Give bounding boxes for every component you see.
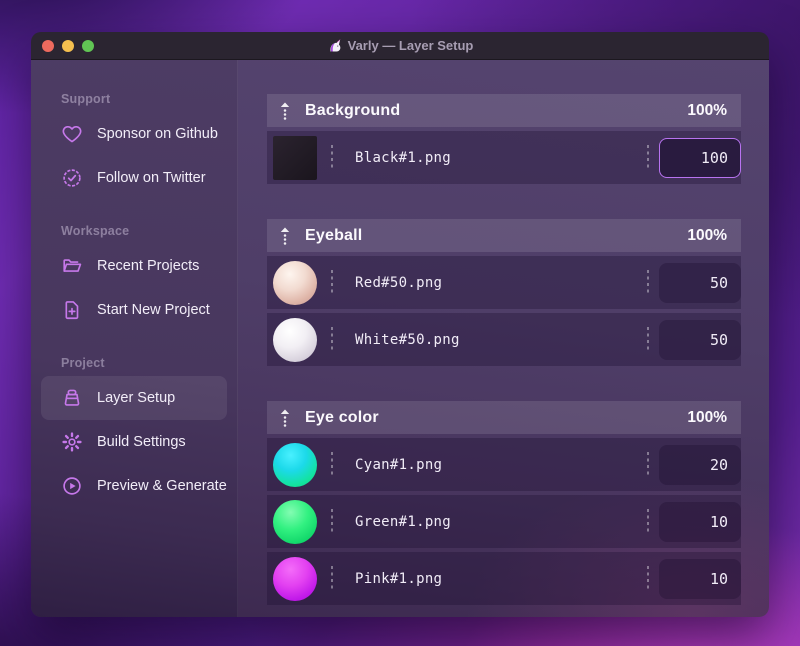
sidebar-item-label: Follow on Twitter	[97, 170, 206, 186]
layer-weight-input[interactable]	[659, 319, 741, 360]
sidebar-section-support: Support Sponsor on Github Follow on Twit…	[31, 92, 237, 200]
window-title-text: Varly — Layer Setup	[347, 38, 474, 53]
layer-row[interactable]: Black#1.png	[267, 131, 741, 184]
layer-weight-input[interactable]	[659, 444, 741, 485]
layer-thumbnail	[273, 260, 317, 305]
group-name: Eyeball	[305, 226, 363, 244]
file-plus-icon	[65, 301, 79, 320]
title-bar[interactable]: Varly — Layer Setup	[31, 32, 769, 60]
layer-row[interactable]: White#50.png	[267, 313, 741, 366]
dashed-divider	[647, 451, 649, 478]
sidebar-item-start-new-project[interactable]: Start New Project	[31, 288, 237, 332]
group-opacity: 100%	[687, 408, 727, 426]
heart-icon	[62, 125, 82, 143]
layer-thumbnail	[273, 556, 317, 601]
sidebar-item-label: Recent Projects	[97, 258, 200, 274]
sidebar-item-sponsor-on-github[interactable]: Sponsor on Github	[31, 112, 237, 156]
layer-row[interactable]: Red#50.png	[267, 256, 741, 309]
dashed-divider	[647, 508, 649, 535]
sidebar: Support Sponsor on Github Follow on Twit…	[31, 60, 238, 617]
dashed-divider	[331, 269, 333, 296]
layer-thumbnail	[273, 135, 317, 180]
gear-icon	[62, 432, 82, 452]
sidebar-item-label: Layer Setup	[97, 390, 176, 406]
layer-filename: Red#50.png	[355, 274, 443, 291]
unicorn-icon	[330, 38, 341, 51]
sidebar-section-workspace: Workspace Recent Projects Start New Proj…	[31, 224, 237, 332]
layer-weight-input[interactable]	[659, 262, 741, 303]
layer-thumbnail	[273, 442, 317, 487]
dashed-divider	[331, 508, 333, 535]
sidebar-item-preview-generate[interactable]: Preview & Generate	[31, 464, 237, 508]
dashed-divider	[647, 326, 649, 353]
section-label-project: Project	[61, 356, 105, 370]
layer-filename: Cyan#1.png	[355, 456, 443, 473]
sidebar-section-project: Project Layer Setup Build Settings Previ…	[31, 356, 237, 508]
layer-group-background: Background 100% Black#1.png	[267, 94, 741, 184]
dashed-divider	[331, 144, 333, 171]
group-header[interactable]: Background 100%	[267, 94, 741, 127]
dashed-divider	[331, 565, 333, 592]
layer-row[interactable]: Green#1.png	[267, 495, 741, 548]
group-opacity: 100%	[687, 226, 727, 244]
layer-weight-input[interactable]	[659, 137, 741, 178]
drag-handle-icon[interactable]	[279, 408, 291, 428]
layer-filename: White#50.png	[355, 331, 460, 348]
section-label-workspace: Workspace	[61, 224, 130, 238]
dashed-divider	[647, 269, 649, 296]
layer-row[interactable]: Cyan#1.png	[267, 438, 741, 491]
group-name: Background	[305, 101, 401, 119]
layer-group-eyeball: Eyeball 100% Red#50.png White#50.png	[267, 219, 741, 366]
drag-handle-icon[interactable]	[279, 226, 291, 246]
play-circle-icon	[63, 477, 81, 495]
layer-group-eye-color: Eye color 100% Cyan#1.png Green#1.png	[267, 401, 741, 605]
sidebar-item-follow-on-twitter[interactable]: Follow on Twitter	[31, 156, 237, 200]
section-label-support: Support	[61, 92, 111, 106]
app-window: Varly — Layer Setup Support Sponsor on G…	[31, 32, 769, 617]
layer-weight-input[interactable]	[659, 501, 741, 542]
sidebar-item-layer-setup[interactable]: Layer Setup	[41, 376, 227, 420]
layer-weight-input[interactable]	[659, 558, 741, 599]
folder-open-icon	[63, 259, 82, 272]
dashed-divider	[331, 326, 333, 353]
group-name: Eye color	[305, 408, 379, 426]
layer-thumbnail	[273, 499, 317, 544]
sidebar-item-label: Start New Project	[97, 302, 210, 318]
window-title: Varly — Layer Setup	[31, 38, 769, 54]
layer-thumbnail	[273, 317, 317, 362]
dashed-divider	[647, 144, 649, 171]
layer-list-panel[interactable]: Background 100% Black#1.png Eyeball	[238, 60, 769, 617]
sidebar-item-label: Build Settings	[97, 434, 186, 450]
drag-handle-icon[interactable]	[279, 101, 291, 121]
sidebar-item-label: Preview & Generate	[97, 478, 227, 494]
verified-badge-icon	[63, 169, 81, 187]
layer-box-icon	[64, 389, 80, 406]
dashed-divider	[331, 451, 333, 478]
sidebar-item-label: Sponsor on Github	[97, 126, 218, 142]
layer-filename: Green#1.png	[355, 513, 452, 530]
sidebar-item-build-settings[interactable]: Build Settings	[31, 420, 237, 464]
group-header[interactable]: Eyeball 100%	[267, 219, 741, 252]
layer-row[interactable]: Pink#1.png	[267, 552, 741, 605]
layer-filename: Black#1.png	[355, 149, 452, 166]
group-header[interactable]: Eye color 100%	[267, 401, 741, 434]
layer-filename: Pink#1.png	[355, 570, 443, 587]
group-opacity: 100%	[687, 101, 727, 119]
sidebar-item-recent-projects[interactable]: Recent Projects	[31, 244, 237, 288]
dashed-divider	[647, 565, 649, 592]
